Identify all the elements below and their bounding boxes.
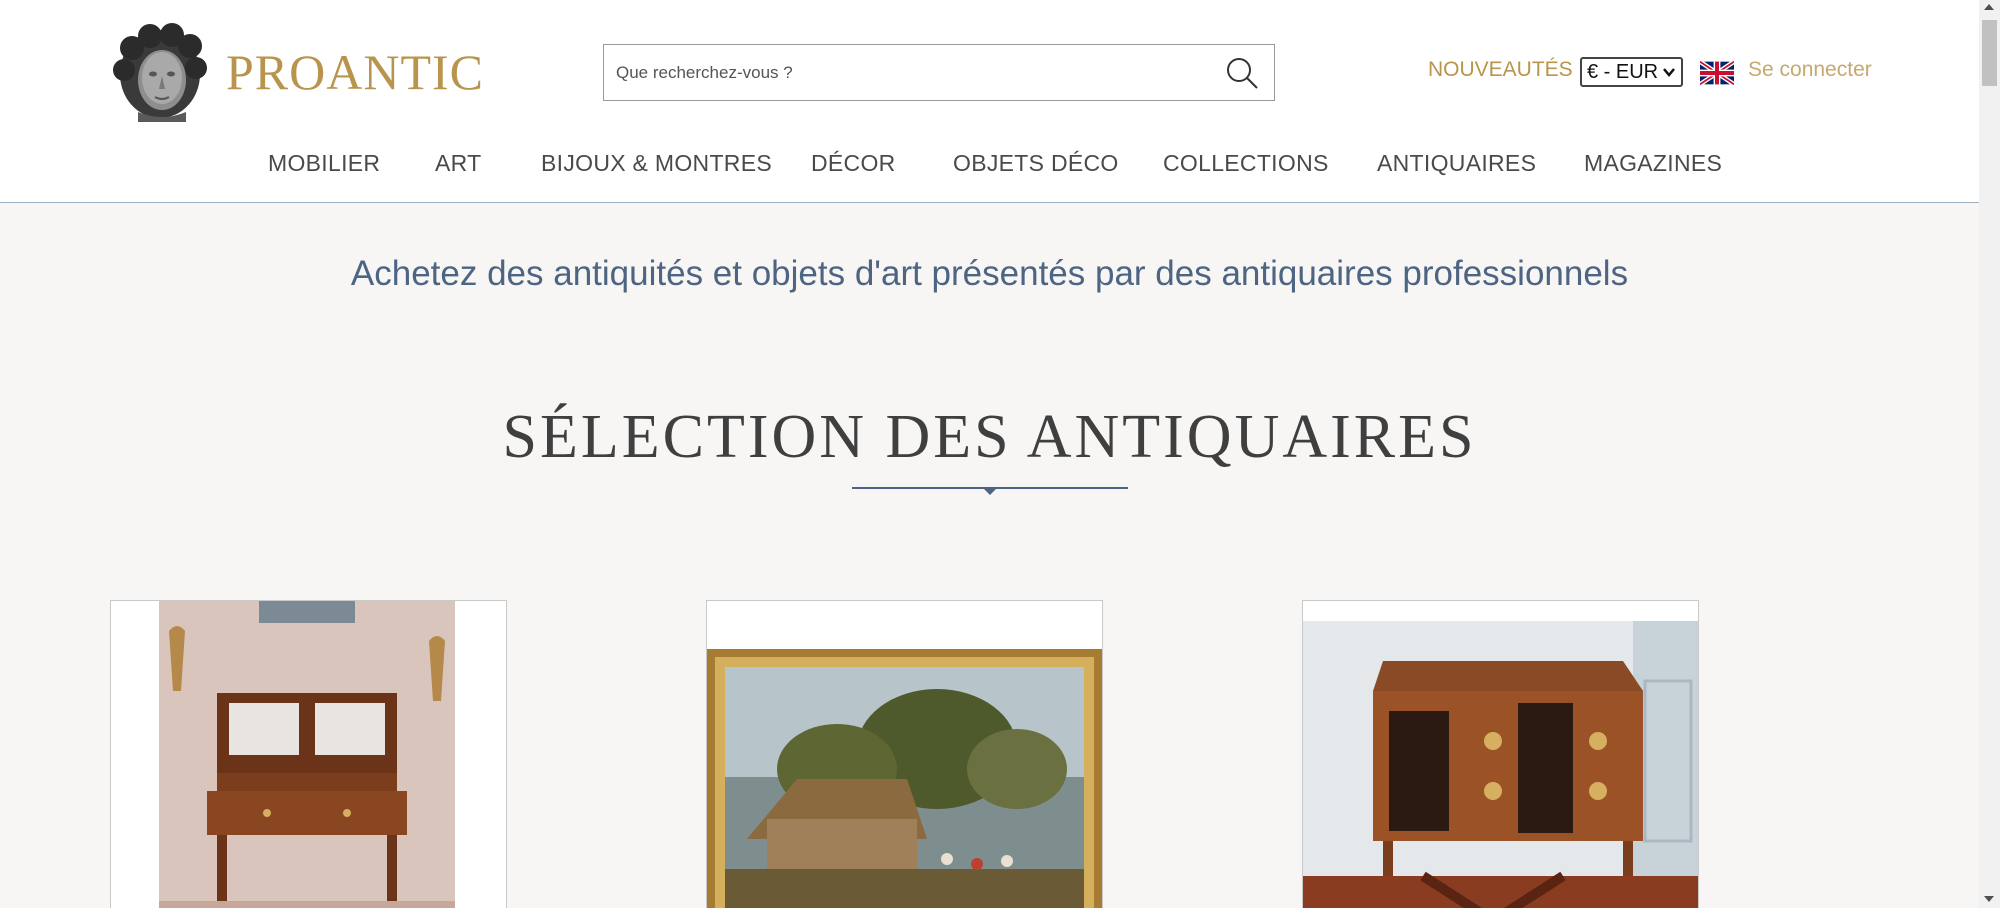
login-link[interactable]: Se connecter	[1748, 58, 1872, 82]
page: PROANTIC NOUVEAUTÉS € - EUR	[0, 0, 1979, 908]
main-nav: MOBILIER ART BIJOUX & MONTRES DÉCOR OBJE…	[0, 150, 1979, 180]
search-icon	[1227, 58, 1258, 89]
currency-value: € - EUR	[1587, 60, 1659, 83]
title-divider	[852, 487, 1128, 495]
chevron-down-icon	[1663, 68, 1675, 77]
logo[interactable]: PROANTIC	[110, 20, 484, 124]
product-card[interactable]	[1302, 600, 1699, 908]
nav-item-magazines[interactable]: MAGAZINES	[1584, 150, 1722, 177]
landscape-painting-photo	[707, 649, 1102, 908]
search-box	[603, 44, 1275, 101]
nav-item-collections[interactable]: COLLECTIONS	[1163, 150, 1329, 177]
scrollbar-down-arrow[interactable]	[1984, 896, 1994, 902]
secretary-desk-photo	[159, 601, 455, 908]
nav-item-antiquaires[interactable]: ANTIQUAIRES	[1377, 150, 1536, 177]
tagline: Achetez des antiquités et objets d'art p…	[350, 254, 1629, 293]
scrollbar-thumb[interactable]	[1982, 20, 1997, 86]
commode-photo	[1303, 621, 1698, 908]
nav-item-objets-deco[interactable]: OBJETS DÉCO	[953, 150, 1119, 177]
scrollbar[interactable]	[1979, 0, 2000, 908]
nav-item-bijoux-montres[interactable]: BIJOUX & MONTRES	[541, 150, 772, 177]
product-card[interactable]	[706, 600, 1103, 908]
product-card[interactable]	[110, 600, 507, 908]
new-arrivals-link[interactable]: NOUVEAUTÉS	[1428, 58, 1573, 82]
search-input[interactable]	[616, 45, 1216, 100]
nav-item-decor[interactable]: DÉCOR	[811, 150, 896, 177]
section-title: SÉLECTION DES ANTIQUAIRES	[502, 403, 1477, 471]
nav-item-mobilier[interactable]: MOBILIER	[268, 150, 380, 177]
scrollbar-up-arrow[interactable]	[1984, 4, 1994, 10]
search-button[interactable]	[1224, 55, 1260, 91]
uk-flag-icon[interactable]	[1700, 61, 1734, 85]
currency-select[interactable]: € - EUR	[1580, 57, 1683, 87]
site-header: PROANTIC NOUVEAUTÉS € - EUR	[0, 0, 1979, 203]
nav-item-art[interactable]: ART	[435, 150, 482, 177]
brand-name: PROANTIC	[226, 44, 485, 100]
bust-statue-icon	[113, 23, 207, 122]
